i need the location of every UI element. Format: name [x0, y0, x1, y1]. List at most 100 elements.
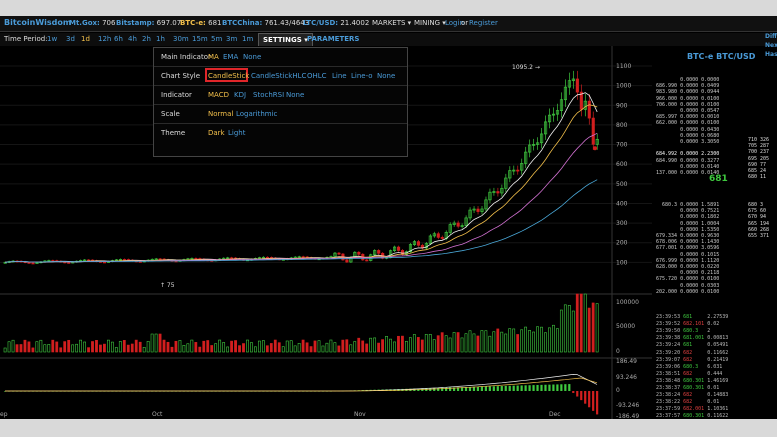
ticker-label: Mt.Gox: — [69, 19, 100, 27]
volume-bar — [520, 329, 524, 353]
period-5m[interactable]: 5m — [211, 35, 222, 43]
ticker-bitstamp[interactable]: Bitstamp: 697.07 — [116, 19, 181, 27]
volume-bar — [67, 339, 71, 353]
macd-bar — [564, 384, 567, 391]
volume-bar — [536, 326, 539, 353]
volume-bar — [182, 345, 186, 353]
volume-bar — [202, 340, 206, 353]
ticker-mtgox[interactable]: Mt.Gox: 706 — [69, 19, 115, 27]
parameters-tab[interactable]: PARAMETERS — [303, 33, 363, 45]
option-none[interactable]: None — [377, 72, 395, 80]
period-1h[interactable]: 1h — [156, 35, 165, 43]
period-3d[interactable]: 3d — [66, 35, 75, 43]
period-2h[interactable]: 2h — [142, 35, 151, 43]
macd-bar — [512, 385, 515, 391]
volume-bar — [246, 339, 249, 353]
volume-bar — [436, 335, 440, 353]
ticker-ltcusd[interactable]: LTC/USD: 21.4002 — [303, 19, 369, 27]
period-4h[interactable]: 4h — [128, 35, 137, 43]
option-logarithmic[interactable]: Logarithmic — [236, 110, 277, 118]
volume-bar — [75, 343, 79, 353]
brand-logo[interactable]: BitcoinWisdom — [4, 18, 71, 27]
period-1d[interactable]: 1d — [81, 35, 90, 43]
option-normal[interactable]: Normal — [208, 110, 233, 118]
ask-row: 0.0000 0.0430 — [656, 126, 720, 133]
macd-bar — [508, 385, 511, 391]
macd-bar — [516, 385, 519, 391]
ask-sum-row: 695 205 — [748, 155, 770, 162]
chart-style-label: Chart Style — [161, 72, 201, 80]
macd-tick-label: -186.49 — [616, 413, 639, 419]
side-info-next[interactable]: Nex — [765, 41, 777, 50]
ticker-value: 681 — [208, 19, 222, 27]
market-title: BTC-e BTC/USD — [687, 52, 756, 61]
period-1w[interactable]: 1w — [47, 35, 57, 43]
volume-bar — [47, 344, 51, 353]
bid-row: 0.0000 0.7521 — [656, 208, 720, 215]
volume-bar — [257, 340, 261, 353]
period-12h[interactable]: 12h — [98, 35, 111, 43]
volume-bar — [103, 343, 106, 353]
volume-bar — [114, 347, 118, 353]
option-light[interactable]: Light — [228, 129, 245, 137]
option-macd[interactable]: MACD — [208, 91, 229, 99]
macd-bar — [568, 384, 571, 391]
period-6h[interactable]: 6h — [114, 35, 123, 43]
period-toolbar: Time Period: 1w 3d 1d 12h 6h 4h 2h 1h 30… — [0, 33, 777, 46]
period-1m[interactable]: 1m — [242, 35, 253, 43]
volume-bar — [130, 343, 134, 353]
candle — [496, 191, 500, 194]
candle — [440, 236, 444, 239]
macd-bar — [441, 387, 444, 391]
option-stochrsi[interactable]: StochRSI — [253, 91, 284, 99]
option-line-o[interactable]: Line-o — [351, 72, 373, 80]
option-none[interactable]: None — [243, 53, 261, 61]
volume-bar — [154, 333, 158, 353]
volume-bar — [361, 340, 365, 353]
volume-bar — [91, 341, 94, 353]
ticker-btcchina[interactable]: BTCChina: 761.43/4643 — [222, 19, 309, 27]
option-ma[interactable]: MA — [208, 53, 219, 61]
option-candlestickhlc[interactable]: CandleStickHLC — [251, 72, 306, 80]
ask-row: 0.0000 0.0140 — [656, 163, 720, 170]
volume-bar — [381, 339, 384, 353]
side-info-hashrate[interactable]: Has — [765, 50, 777, 59]
side-info-difficulty[interactable]: Diff — [765, 32, 777, 41]
volume-bar — [468, 330, 472, 353]
period-3m[interactable]: 3m — [226, 35, 237, 43]
option-ema[interactable]: EMA — [223, 53, 238, 61]
register-link[interactable]: Register — [469, 19, 498, 27]
volume-bar — [492, 331, 496, 353]
option-dark[interactable]: Dark — [208, 129, 225, 137]
option-line[interactable]: Line — [332, 72, 347, 80]
option-candlestick[interactable]: CandleStick — [208, 72, 249, 80]
period-30m[interactable]: 30m — [173, 35, 189, 43]
bid-sum-row: 660 268 — [748, 226, 770, 233]
markets-menu[interactable]: MARKETS ▾ — [372, 19, 411, 27]
period-15m[interactable]: 15m — [192, 35, 208, 43]
macd-line — [5, 374, 598, 392]
volume-bar — [142, 347, 146, 353]
option-kdj[interactable]: KDJ — [234, 91, 246, 99]
bid-row: 680.3 0.0000 1.5891 — [656, 202, 720, 208]
volume-bar — [532, 331, 535, 353]
option-none[interactable]: None — [286, 91, 304, 99]
volume-bar — [377, 342, 380, 353]
ask-row: 686.990 0.0000 0.0409 — [656, 83, 720, 90]
volume-bar — [31, 347, 35, 353]
volume-bar — [3, 347, 7, 353]
ticker-btce[interactable]: BTC-e: 681 — [180, 19, 221, 27]
volume-bar — [389, 338, 392, 353]
option-ohlc[interactable]: OHLC — [307, 72, 327, 80]
ask-row: 685.997 0.0000 0.0010 — [656, 114, 720, 121]
macd-bar — [528, 385, 531, 391]
volume-bar — [214, 343, 218, 353]
trade-row: 23:37:59 682.001 1.10361 — [656, 406, 729, 413]
mining-menu[interactable]: MINING ▾ — [414, 19, 446, 27]
macd-tick-label: 186.49 — [616, 358, 637, 365]
macd-bar — [580, 391, 583, 401]
volume-bar — [476, 335, 480, 353]
volume-tick-label: 50000 — [616, 323, 635, 330]
volume-bar — [353, 341, 357, 353]
candle — [591, 117, 595, 145]
